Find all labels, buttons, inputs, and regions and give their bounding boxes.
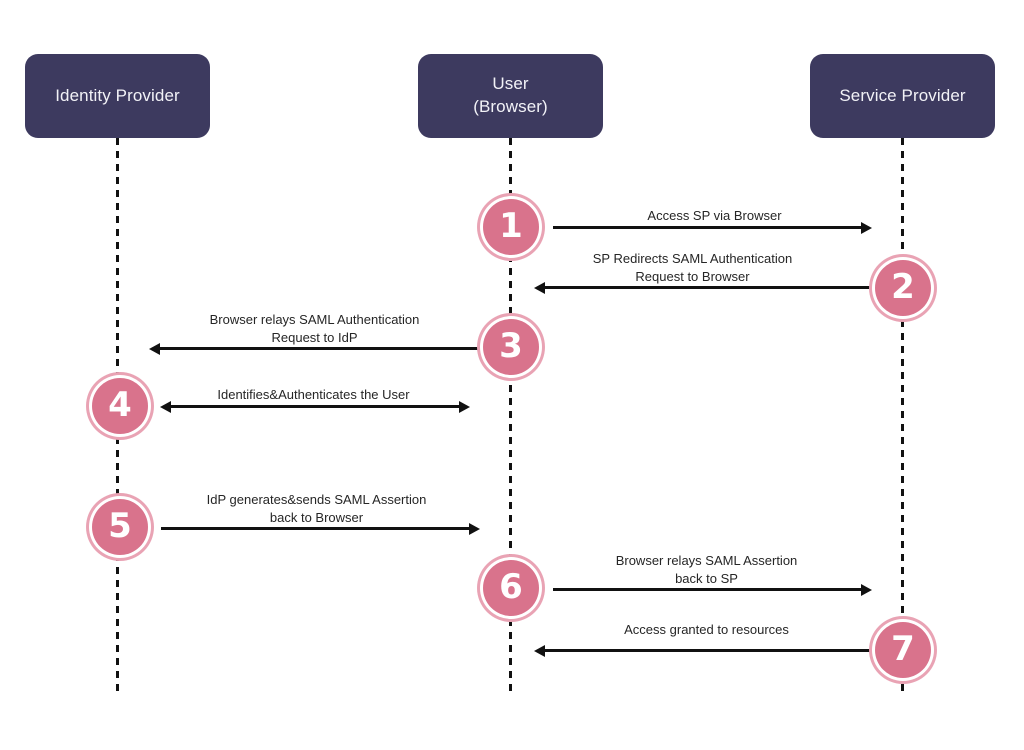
message-arrow-line-5: [161, 527, 471, 530]
message-arrow-line-4: [171, 405, 461, 408]
step-circle-1[interactable]: 1: [483, 199, 539, 255]
message-label-6: Browser relays SAML Assertion back to SP: [615, 553, 798, 586]
message-label-7: Access granted to resources: [624, 622, 789, 637]
actor-label-identity-provider: Identity Provider: [55, 85, 180, 105]
message-arrow-line-3: [160, 347, 482, 350]
message-arrow-head-5: [469, 522, 480, 535]
step-number-3: 3: [499, 326, 523, 366]
step-number-5: 5: [108, 506, 132, 546]
actor-box-user-browser[interactable]: User (Browser): [418, 54, 603, 138]
step-circle-7[interactable]: 7: [875, 622, 931, 678]
step-number-4: 4: [108, 385, 132, 425]
step-circle-6[interactable]: 6: [483, 560, 539, 616]
step-number-7: 7: [891, 629, 915, 669]
message-arrow-line-2: [545, 286, 873, 289]
step-circle-5[interactable]: 5: [92, 499, 148, 555]
message-label-2: SP Redirects SAML Authentication Request…: [592, 251, 793, 284]
message-arrow-line-1: [553, 226, 863, 229]
message-arrow-head-7: [534, 644, 545, 657]
step-number-6: 6: [499, 567, 523, 607]
message-arrow-line-6: [553, 588, 863, 591]
lifeline-service-provider: [901, 138, 904, 694]
actor-box-identity-provider[interactable]: Identity Provider: [25, 54, 210, 138]
actor-label-service-provider: Service Provider: [839, 85, 966, 105]
actor-label-user-browser: User (Browser): [473, 74, 548, 116]
message-arrow-head-6: [861, 583, 872, 596]
message-arrow-line-7: [545, 649, 873, 652]
step-circle-2[interactable]: 2: [875, 260, 931, 316]
message-arrow-head-3: [149, 342, 160, 355]
message-label-4: Identifies&Authenticates the User: [217, 387, 410, 402]
message-arrow-head-1: [861, 221, 872, 234]
message-label-3: Browser relays SAML Authentication Reque…: [209, 312, 420, 345]
message-arrow-head-4-right: [459, 400, 470, 413]
sequence-diagram-canvas: Identity Provider User (Browser) Service…: [0, 0, 1024, 750]
step-number-2: 2: [891, 267, 915, 307]
message-label-1: Access SP via Browser: [647, 208, 782, 223]
step-number-1: 1: [499, 206, 523, 246]
message-arrow-head-2: [534, 281, 545, 294]
message-label-5: IdP generates&sends SAML Assertion back …: [206, 492, 427, 525]
actor-box-service-provider[interactable]: Service Provider: [810, 54, 995, 138]
step-circle-4[interactable]: 4: [92, 378, 148, 434]
step-circle-3[interactable]: 3: [483, 319, 539, 375]
